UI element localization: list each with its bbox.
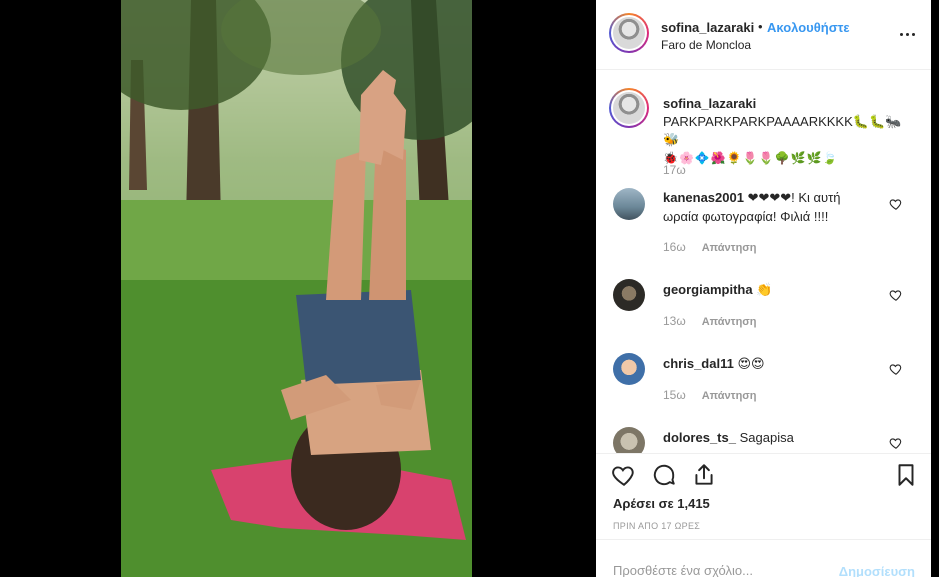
comment: chris_dal11 😍😍 (663, 354, 878, 373)
comment-meta: 15ω Απάντηση (663, 388, 757, 402)
post-comment-button[interactable]: Δημοσίευση (839, 564, 915, 577)
comment-icon[interactable] (651, 462, 677, 488)
comment-input[interactable] (613, 563, 813, 577)
comment-username[interactable]: dolores_ts_ (663, 430, 736, 445)
comment-meta: 16ω Απάντηση (663, 240, 757, 254)
heart-icon[interactable] (611, 462, 637, 488)
comment-timestamp[interactable]: 16ω (663, 240, 686, 254)
caption-timestamp[interactable]: 17ω (663, 163, 686, 177)
post-photo[interactable] (121, 0, 472, 577)
add-comment-bar: Δημοσίευση (596, 539, 931, 577)
author-username[interactable]: sofina_lazaraki (661, 20, 754, 35)
post-actions: Αρέσει σε 1,415 ΠΡΙΝ ΑΠΟ 17 ΩΡΕΣ (596, 453, 931, 539)
comment-text: 😍😍 (737, 356, 765, 371)
reply-button[interactable]: Απάντηση (702, 242, 757, 254)
comment-text: Sagapisa (739, 430, 794, 445)
post-date[interactable]: ΠΡΙΝ ΑΠΟ 17 ΩΡΕΣ (613, 521, 700, 531)
bookmark-icon[interactable] (893, 462, 919, 488)
comment: georgiampitha 👏 (663, 280, 878, 299)
separator-dot: • (758, 19, 763, 34)
caption: sofina_lazaraki PARKPARKPARKPAAAARKKKK🐛🐛… (663, 95, 913, 167)
comment-username[interactable]: kanenas2001 (663, 190, 744, 205)
background-strip (931, 0, 939, 320)
caption-emojis: 🐞🌸💠🌺🌻🌷🌷🌳🌿🌿🍃 (663, 151, 839, 165)
comment-meta: 13ω Απάντηση (663, 314, 757, 328)
share-icon[interactable] (691, 462, 717, 488)
location-link[interactable]: Faro de Moncloa (661, 38, 751, 52)
caption-username[interactable]: sofina_lazaraki (663, 96, 756, 111)
comment: kanenas2001 ❤❤❤❤! Κι αυτή ωραία φωτογραφ… (663, 188, 878, 226)
commenter-avatar[interactable] (613, 427, 645, 453)
post-side-panel: sofina_lazaraki • Ακολουθήστε Faro de Mo… (596, 0, 931, 577)
media-pane (0, 0, 596, 577)
caption-time: 17ω (663, 163, 686, 177)
caption-avatar[interactable] (609, 88, 649, 128)
commenter-avatar[interactable] (613, 279, 645, 311)
comment-timestamp[interactable]: 15ω (663, 388, 686, 402)
author-avatar[interactable] (609, 13, 649, 53)
comment-username[interactable]: georgiampitha (663, 282, 753, 297)
more-options-icon[interactable] (897, 24, 917, 44)
follow-button[interactable]: Ακολουθήστε (767, 20, 850, 35)
comment-text: 👏 (756, 282, 773, 297)
reply-button[interactable]: Απάντηση (702, 316, 757, 328)
caption-text: PARKPARKPARKPAAAARKKKK🐛🐛🐜🐝 (663, 114, 902, 147)
like-comment-heart-icon[interactable] (889, 197, 903, 211)
commenter-avatar[interactable] (613, 353, 645, 385)
commenter-avatar[interactable] (613, 188, 645, 220)
comment: dolores_ts_ Sagapisa (663, 428, 878, 447)
comments-list[interactable]: sofina_lazaraki PARKPARKPARKPAAAARKKKK🐛🐛… (596, 71, 931, 453)
like-comment-heart-icon[interactable] (889, 362, 903, 376)
comment-username[interactable]: chris_dal11 (663, 356, 734, 371)
photo-illustration (121, 0, 472, 577)
like-comment-heart-icon[interactable] (889, 288, 903, 302)
post-header: sofina_lazaraki • Ακολουθήστε Faro de Mo… (596, 0, 931, 70)
reply-button[interactable]: Απάντηση (702, 390, 757, 402)
likes-count[interactable]: Αρέσει σε 1,415 (613, 496, 710, 511)
comment-timestamp[interactable]: 13ω (663, 314, 686, 328)
like-comment-heart-icon[interactable] (889, 436, 903, 450)
